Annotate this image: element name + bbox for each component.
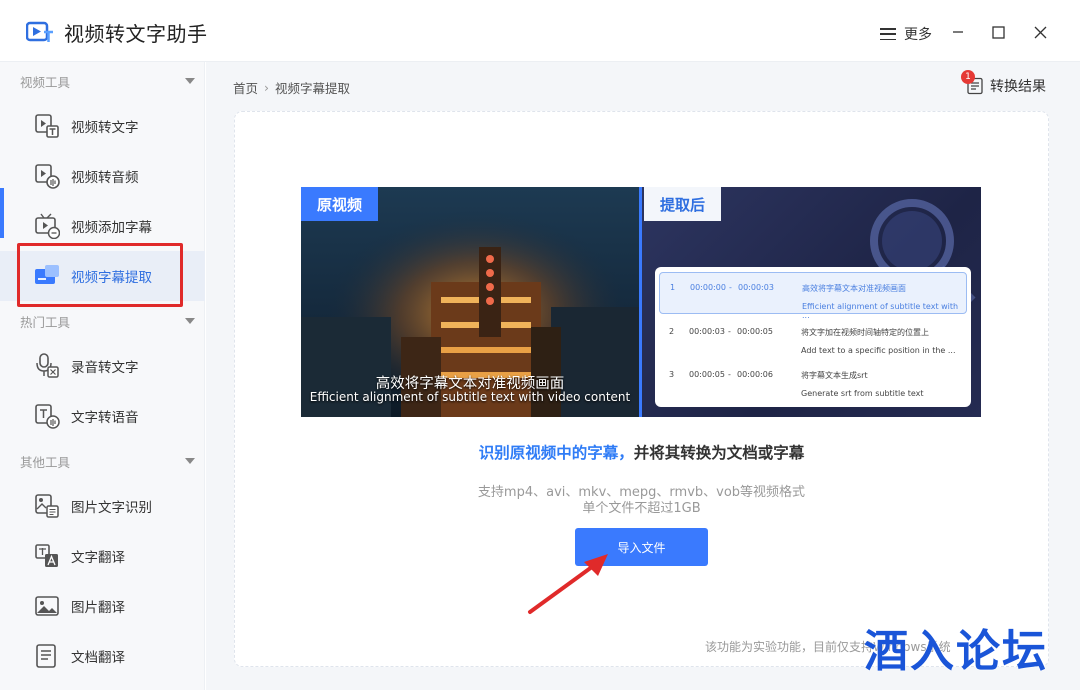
breadcrumb-home[interactable]: 首页 [233, 78, 258, 97]
watermark-logo: 酒入论坛 [864, 626, 1048, 677]
menu-icon [880, 28, 896, 40]
app-title: 视频转文字助手 [64, 22, 208, 46]
import-file-button[interactable]: 导入文件 [575, 528, 708, 566]
maximize-icon [991, 25, 1005, 39]
image-ocr-icon [35, 494, 59, 518]
active-indicator [0, 188, 4, 238]
minimize-icon [953, 31, 963, 33]
text-to-speech-icon [35, 404, 60, 429]
description-rest: 并将其转换为文档或字幕 [633, 444, 805, 462]
notification-badge: 1 [961, 70, 975, 84]
extracted-tag: 提取后 [644, 187, 722, 221]
caret-down-icon [185, 318, 195, 324]
sidebar-item-video-to-audio[interactable]: 视频转音频 [0, 151, 205, 201]
sidebar-item-label: 图片翻译 [71, 600, 125, 616]
video-caption-english: Efficient alignment of subtitle text wit… [309, 390, 631, 404]
subtitle-row: 2 00:00:03 - 00:00:05 将文字加在视频时间轴特定的位置上 A… [669, 327, 956, 355]
maximize-button[interactable] [986, 20, 1010, 44]
close-button[interactable] [1028, 20, 1052, 44]
sidebar-item-label: 视频转文字 [71, 120, 139, 136]
sidebar-item-label: 文档翻译 [71, 650, 125, 666]
sidebar-item-recording-to-text[interactable]: 录音转文字 [0, 341, 205, 391]
video-to-audio-icon [35, 164, 60, 189]
group-label: 热门工具 [20, 314, 71, 330]
sidebar-item-text-to-speech[interactable]: 文字转语音 [0, 391, 205, 441]
add-subtitle-icon [35, 213, 60, 239]
sidebar-group-video-tools[interactable]: 视频工具 [20, 71, 195, 91]
conversion-result-button[interactable]: 转换结果 [966, 76, 1046, 96]
subtitle-row: 1 00:00:00 - 00:00:03 高效将字幕文本对准视频画面 Effi… [659, 272, 967, 320]
conversion-result-label: 转换结果 [990, 79, 1046, 95]
sidebar-item-label: 文字转语音 [71, 410, 139, 426]
sidebar-item-label: 录音转文字 [71, 360, 139, 376]
feature-description: 识别原视频中的字幕，并将其转换为文档或字幕 [234, 441, 1049, 463]
breadcrumb: 首页 › 视频字幕提取 [233, 78, 350, 97]
extracted-preview: 提取后 1 00:00:00 - 00:00:03 高效将字幕文本对准视频画面 … [642, 187, 981, 417]
sidebar-item-subtitle-extract[interactable]: 视频字幕提取 [0, 251, 205, 301]
more-label: 更多 [904, 27, 932, 43]
feature-preview: 原视频 高效将字幕文本对准视频画面 Efficient alignment of… [301, 187, 981, 417]
sidebar-item-label: 文字翻译 [71, 550, 125, 566]
caret-down-icon [185, 458, 195, 464]
sidebar-group-other-tools[interactable]: 其他工具 [20, 451, 195, 471]
more-menu-button[interactable]: 更多 [880, 24, 932, 44]
translate-icon [35, 544, 58, 567]
sidebar-item-document-translate[interactable]: 文档翻译 [0, 631, 205, 681]
subtitle-extract-icon [35, 265, 59, 284]
original-video-tag: 原视频 [301, 187, 379, 221]
group-label: 其他工具 [20, 454, 71, 470]
title-bar: 视频转文字助手 更多 [0, 0, 1080, 62]
group-label: 视频工具 [20, 74, 71, 90]
file-size-limit: 单个文件不超过1GB [582, 501, 701, 516]
sidebar-item-image-translate[interactable]: 图片翻译 [0, 581, 205, 631]
subtitle-row: 3 00:00:05 - 00:00:06 将字幕文本生成srt Generat… [669, 370, 924, 398]
close-icon [1034, 26, 1046, 38]
sidebar-item-image-ocr[interactable]: 图片文字识别 [0, 481, 205, 531]
image-translate-icon [35, 596, 59, 616]
minimize-button[interactable] [946, 20, 970, 44]
breadcrumb-separator: › [264, 80, 270, 95]
video-to-text-icon [35, 114, 59, 138]
sidebar-group-hot-tools[interactable]: 热门工具 [20, 311, 195, 331]
sidebar-item-label: 视频添加字幕 [71, 220, 152, 236]
sidebar-item-label: 视频转音频 [71, 170, 139, 186]
subtitle-list: 1 00:00:00 - 00:00:03 高效将字幕文本对准视频画面 Effi… [655, 267, 971, 407]
description-highlight: 识别原视频中的字幕， [478, 444, 634, 462]
breadcrumb-current: 视频字幕提取 [275, 81, 351, 96]
sidebar-item-label: 图片文字识别 [71, 500, 152, 516]
sidebar-item-text-translate[interactable]: 文字翻译 [0, 531, 205, 581]
mic-icon [36, 353, 59, 378]
app-logo-icon [26, 21, 53, 42]
sidebar-item-add-subtitle[interactable]: 视频添加字幕 [0, 201, 205, 251]
sidebar-item-video-to-text[interactable]: 视频转文字 [0, 101, 205, 151]
sidebar-item-label: 视频字幕提取 [71, 270, 152, 286]
document-translate-icon [36, 644, 56, 668]
caret-down-icon [185, 78, 195, 84]
